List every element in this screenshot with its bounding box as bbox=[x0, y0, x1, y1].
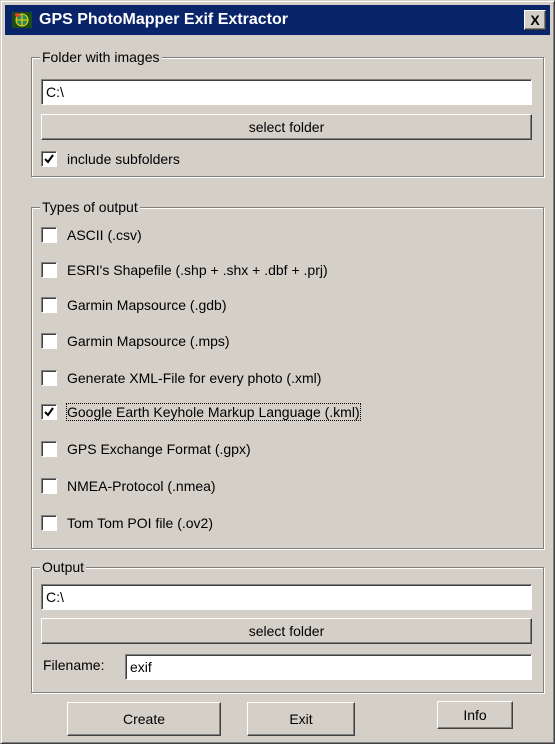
output-type-mps-checkbox[interactable]: Garmin Mapsource (.mps) bbox=[41, 330, 230, 352]
checkbox-box[interactable] bbox=[41, 478, 57, 494]
output-folder-path-input[interactable] bbox=[41, 584, 532, 610]
output-group-legend: Output bbox=[40, 559, 87, 575]
output-type-gdb-checkbox[interactable]: Garmin Mapsource (.gdb) bbox=[41, 294, 227, 316]
checkbox-box[interactable] bbox=[41, 370, 57, 386]
folder-group-legend: Folder with images bbox=[40, 49, 162, 65]
select-image-folder-button[interactable]: select folder bbox=[41, 114, 532, 140]
output-types-legend: Types of output bbox=[40, 199, 140, 215]
output-type-csv-checkbox[interactable]: ASCII (.csv) bbox=[41, 224, 142, 246]
info-button[interactable]: Info bbox=[437, 701, 513, 729]
gps-globe-icon bbox=[12, 12, 32, 28]
include-subfolders-label: include subfolders bbox=[67, 151, 180, 167]
checkbox-box[interactable] bbox=[41, 404, 57, 420]
output-type-label: Garmin Mapsource (.gdb) bbox=[67, 297, 227, 313]
exit-button[interactable]: Exit bbox=[247, 702, 355, 736]
create-button[interactable]: Create bbox=[67, 702, 221, 736]
output-type-label: Garmin Mapsource (.mps) bbox=[67, 333, 230, 349]
select-output-folder-button[interactable]: select folder bbox=[41, 618, 532, 644]
close-button[interactable]: X bbox=[524, 10, 546, 30]
checkmark-icon bbox=[44, 154, 54, 164]
include-subfolders-checkbox[interactable]: include subfolders bbox=[41, 148, 180, 170]
output-type-ov2-checkbox[interactable]: Tom Tom POI file (.ov2) bbox=[41, 512, 213, 534]
filename-label: Filename: bbox=[43, 657, 105, 673]
filename-input[interactable] bbox=[125, 654, 532, 680]
output-type-nmea-checkbox[interactable]: NMEA-Protocol (.nmea) bbox=[41, 475, 216, 497]
checkbox-box[interactable] bbox=[41, 515, 57, 531]
checkbox-box[interactable] bbox=[41, 441, 57, 457]
checkbox-box[interactable] bbox=[41, 333, 57, 349]
app-window: GPS PhotoMapper Exif Extractor X Folder … bbox=[0, 0, 555, 744]
output-type-shapefile-checkbox[interactable]: ESRI's Shapefile (.shp + .shx + .dbf + .… bbox=[41, 259, 328, 281]
output-type-gpx-checkbox[interactable]: GPS Exchange Format (.gpx) bbox=[41, 438, 251, 460]
checkbox-box[interactable] bbox=[41, 262, 57, 278]
output-type-label: Generate XML-File for every photo (.xml) bbox=[67, 370, 322, 386]
output-type-label: ASCII (.csv) bbox=[67, 227, 142, 243]
checkmark-icon bbox=[44, 407, 54, 417]
output-type-label: Tom Tom POI file (.ov2) bbox=[67, 515, 214, 531]
close-icon: X bbox=[530, 12, 540, 28]
output-type-label: Google Earth Keyhole Markup Language (.k… bbox=[66, 403, 361, 421]
image-folder-path-input[interactable] bbox=[41, 79, 532, 105]
output-type-label: GPS Exchange Format (.gpx) bbox=[67, 441, 251, 457]
output-type-label: NMEA-Protocol (.nmea) bbox=[67, 478, 216, 494]
checkbox-box[interactable] bbox=[41, 151, 57, 167]
title-bar[interactable]: GPS PhotoMapper Exif Extractor X bbox=[5, 5, 550, 35]
output-type-kml-checkbox[interactable]: Google Earth Keyhole Markup Language (.k… bbox=[41, 401, 361, 423]
output-type-xml-checkbox[interactable]: Generate XML-File for every photo (.xml) bbox=[41, 367, 321, 389]
checkbox-box[interactable] bbox=[41, 227, 57, 243]
checkbox-box[interactable] bbox=[41, 297, 57, 313]
output-type-label: ESRI's Shapefile (.shp + .shx + .dbf + .… bbox=[67, 262, 328, 278]
window-title: GPS PhotoMapper Exif Extractor bbox=[39, 11, 288, 28]
